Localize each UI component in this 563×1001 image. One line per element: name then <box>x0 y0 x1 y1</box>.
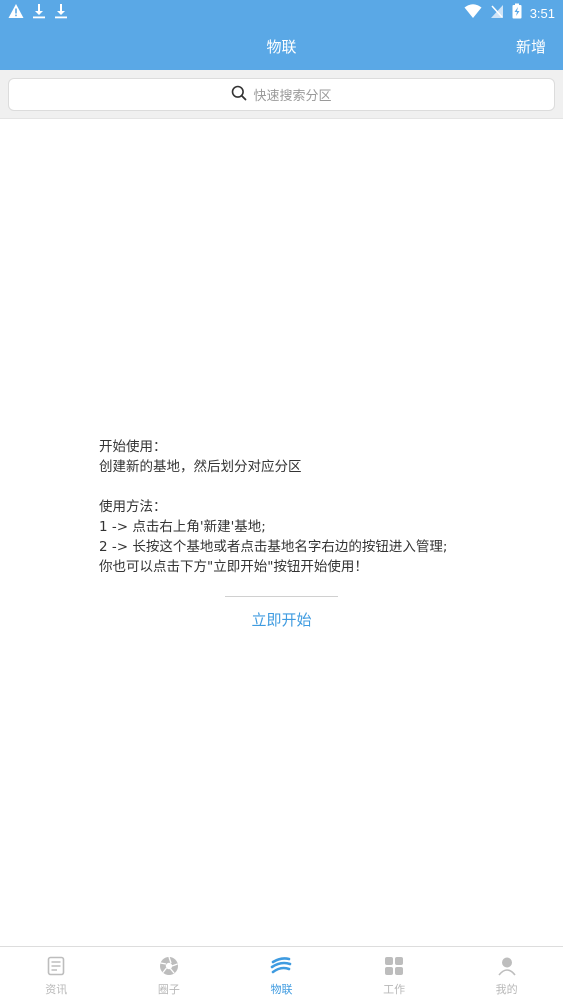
usage-guide: 开始使用： 创建新的基地，然后划分对应分区 使用方法： 1 -> 点击右上角'新… <box>99 437 499 577</box>
tab-label: 我的 <box>495 983 518 996</box>
guide-line: 创建新的基地，然后划分对应分区 <box>99 459 302 475</box>
tab-label: 物联 <box>270 983 293 996</box>
guide-line: 2 -> 长按这个基地或者点击基地名字右边的按钮进入管理; <box>99 539 448 555</box>
grid-icon <box>384 956 404 980</box>
news-icon <box>46 956 66 980</box>
warning-icon <box>8 3 24 23</box>
tab-label: 工作 <box>383 983 406 996</box>
download-icon <box>54 3 68 23</box>
aperture-icon <box>159 956 179 980</box>
tab-work[interactable]: 工作 <box>338 947 451 1001</box>
search-input[interactable]: 快速搜索分区 <box>8 78 555 111</box>
tab-label: 资讯 <box>45 983 68 996</box>
bottom-nav: 资讯 圈子 物联 工作 我的 <box>0 946 563 1001</box>
start-now-button[interactable]: 立即开始 <box>200 608 363 632</box>
app-bar: 物联 新增 <box>0 24 563 70</box>
guide-line: 1 -> 点击右上角'新建'基地; <box>99 519 266 535</box>
status-bar: 3:51 <box>0 0 563 24</box>
status-time: 3:51 <box>529 5 555 21</box>
no-signal-icon <box>490 3 504 23</box>
tab-news[interactable]: 资讯 <box>0 947 113 1001</box>
download-icon <box>32 3 46 23</box>
search-icon <box>231 85 247 105</box>
divider <box>225 596 338 597</box>
search-placeholder: 快速搜索分区 <box>253 89 332 104</box>
battery-charging-icon <box>512 3 522 23</box>
user-icon <box>497 956 517 980</box>
wifi-icon <box>464 3 482 23</box>
page-title: 物联 <box>266 38 297 56</box>
search-bar-container: 快速搜索分区 <box>0 70 563 119</box>
guide-line: 开始使用： <box>99 439 167 455</box>
tab-label: 圈子 <box>157 983 180 996</box>
add-button[interactable]: 新增 <box>516 24 546 70</box>
iot-icon <box>270 956 292 980</box>
guide-line: 你也可以点击下方"立即开始"按钮开始使用！ <box>99 559 368 575</box>
guide-line: 使用方法： <box>99 499 167 515</box>
tab-iot[interactable]: 物联 <box>225 947 338 1001</box>
tab-circle[interactable]: 圈子 <box>113 947 226 1001</box>
tab-mine[interactable]: 我的 <box>450 947 563 1001</box>
